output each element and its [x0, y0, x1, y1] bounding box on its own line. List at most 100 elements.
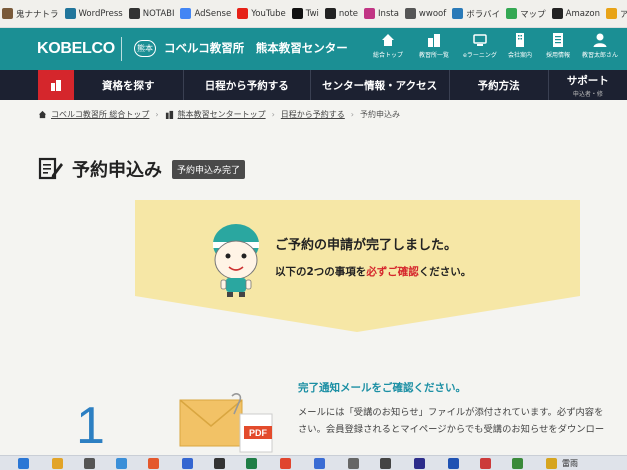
borabai-icon	[452, 8, 464, 19]
breadcrumb-link-schedule[interactable]: 日程から予約する	[281, 109, 345, 120]
mail-pdf-icon: PDF	[179, 393, 273, 453]
breadcrumb-link-top[interactable]: コベルコ教習所 総合トップ	[51, 109, 149, 120]
bookmark-label: WordPress	[78, 8, 123, 19]
breadcrumb-separator: ›	[350, 110, 354, 119]
step-title: 完了通知メールをご確認ください。	[298, 382, 466, 394]
bookmark-wwoof[interactable]: wwoof	[404, 8, 447, 19]
word-icon[interactable]	[448, 458, 459, 469]
kobelco-logo[interactable]: KOBELCO	[37, 40, 115, 58]
app-icon[interactable]	[414, 458, 425, 469]
bookmark-adsense[interactable]: AdSense	[180, 8, 231, 19]
step-number: 1	[76, 397, 105, 455]
bookmark-label: AdSense	[194, 8, 232, 19]
bookmark-youtube[interactable]: YouTube	[237, 8, 286, 19]
anaji-icon	[606, 8, 618, 19]
header-nav-label: 総合トップ	[372, 52, 403, 59]
nav-support-sub: 申込者・修	[572, 90, 603, 98]
weather-label: 雷雨	[562, 459, 578, 468]
bookmark-map[interactable]: マップ	[506, 8, 546, 20]
note-icon	[324, 8, 336, 19]
header-nav-label: 採用情報	[545, 52, 570, 59]
instruction-post: ください。	[418, 266, 472, 278]
bookmark-label: note	[338, 8, 359, 19]
site-header: KOBELCO 熊本 コベルコ教習所 熊本教習センター 総合トップ 教習所一覧 …	[0, 28, 627, 70]
bookmark-label: 鬼ナナトラ	[16, 9, 59, 20]
bookmark-label: Twi	[305, 8, 319, 19]
status-badge: 予約申込み完了	[172, 159, 246, 179]
app-icon[interactable]	[512, 458, 523, 469]
bookmark-label: NOTABI	[142, 8, 175, 19]
header-nav-label: 教習太郎さん	[581, 52, 618, 59]
recruit-icon	[553, 33, 563, 47]
nav-find-qualification[interactable]: 資格を探す	[74, 70, 183, 100]
app-icon[interactable]	[182, 458, 193, 469]
breadcrumb-separator: ›	[271, 110, 275, 119]
app-icon[interactable]	[480, 458, 491, 469]
bookmark-borabai[interactable]: ボラバイ	[452, 8, 500, 20]
center-name[interactable]: コベルコ教習所 熊本教習センター	[164, 40, 348, 56]
main-nav: 資格を探す 日程から予約する センター情報・アクセス 予約方法 サポート 申込者…	[0, 70, 627, 100]
bookmark-label: Insta	[378, 8, 399, 19]
edit-document-icon	[38, 157, 63, 180]
bookmark-label: ボラバイ	[466, 9, 501, 20]
youtube-icon	[237, 8, 249, 19]
windows-start-icon[interactable]	[18, 458, 29, 469]
completion-message: ご予約の申請が完了しました。	[275, 238, 458, 253]
bookmark-wordpress[interactable]: WordPress	[64, 8, 123, 19]
nav-support-label: サポート	[566, 74, 609, 87]
header-nav-recruit[interactable]: 採用情報	[534, 32, 582, 59]
bookmark-amazon[interactable]: Amazon	[551, 8, 600, 19]
bookmark-label: wwoof	[418, 8, 447, 19]
twitter-icon	[291, 8, 303, 19]
pdf-label: PDF	[249, 428, 268, 438]
app-icon[interactable]	[84, 458, 95, 469]
header-nav-label: 教習所一覧	[418, 52, 449, 59]
app-icon[interactable]	[214, 458, 225, 469]
region-badge: 熊本	[134, 40, 156, 57]
excel-icon[interactable]	[246, 458, 257, 469]
nav-book-by-date[interactable]: 日程から予約する	[182, 70, 310, 100]
buildings-icon	[428, 34, 440, 47]
bookmark-note[interactable]: note	[324, 8, 359, 19]
breadcrumb-separator: ›	[155, 110, 159, 119]
nav-center-info[interactable]: センター情報・アクセス	[309, 70, 449, 100]
app-icon[interactable]	[314, 458, 325, 469]
banner-message: ご予約の申請が完了しました。 以下の2つの事項を必ずご確認ください。	[275, 234, 471, 279]
app-icon[interactable]	[52, 458, 63, 469]
bookmark-label: アナジ	[620, 8, 627, 20]
bookmark-notabi[interactable]: NOTABI	[128, 8, 175, 19]
app-icon[interactable]	[116, 458, 127, 469]
nav-home-button[interactable]	[38, 70, 74, 100]
firefox-icon[interactable]	[148, 458, 159, 469]
page-title: 予約申込み	[72, 160, 162, 181]
bookmarks-bar: 鬼ナナトラ WordPress NOTABI AdSense YouTube Twi not…	[0, 0, 627, 28]
breadcrumb-link-center[interactable]: 熊本教習センタートップ	[178, 109, 266, 120]
nav-booking-method[interactable]: 予約方法	[448, 70, 548, 100]
weather-icon[interactable]	[546, 458, 557, 469]
wwoof-icon	[404, 8, 416, 19]
wordpress-icon	[64, 8, 76, 19]
chrome-icon[interactable]	[280, 458, 291, 469]
nav-support[interactable]: サポート 申込者・修	[547, 70, 627, 100]
instagram-icon	[364, 8, 376, 19]
header-nav-schools[interactable]: 教習所一覧	[410, 32, 458, 59]
notabi-icon	[128, 8, 140, 19]
instruction-emphasis: 必ずご確認	[366, 266, 419, 278]
app-icon[interactable]	[348, 458, 359, 469]
bookmark-instagram[interactable]: Insta	[364, 8, 399, 19]
app-icon[interactable]	[380, 458, 391, 469]
confirmation-instruction: 以下の2つの事項を必ずご確認ください。	[275, 264, 471, 279]
header-nav-top[interactable]: 総合トップ	[364, 32, 412, 59]
taskbar: 雷雨	[0, 455, 627, 470]
bookmark-bookmark[interactable]: 鬼ナナトラ	[2, 8, 59, 20]
page-title-row: 予約申込み 予約申込み完了	[38, 156, 246, 182]
user-icon	[593, 33, 607, 47]
bookmark-anaji[interactable]: アナジ	[606, 8, 627, 20]
company-icon	[516, 33, 524, 47]
home-icon	[382, 34, 394, 46]
building-icon	[165, 110, 173, 119]
bookmark-label: マップ	[520, 9, 546, 20]
bookmark-twitter[interactable]: Twi	[291, 8, 319, 19]
header-nav-user[interactable]: 教習太郎さん	[576, 32, 624, 59]
building-icon	[50, 80, 61, 91]
